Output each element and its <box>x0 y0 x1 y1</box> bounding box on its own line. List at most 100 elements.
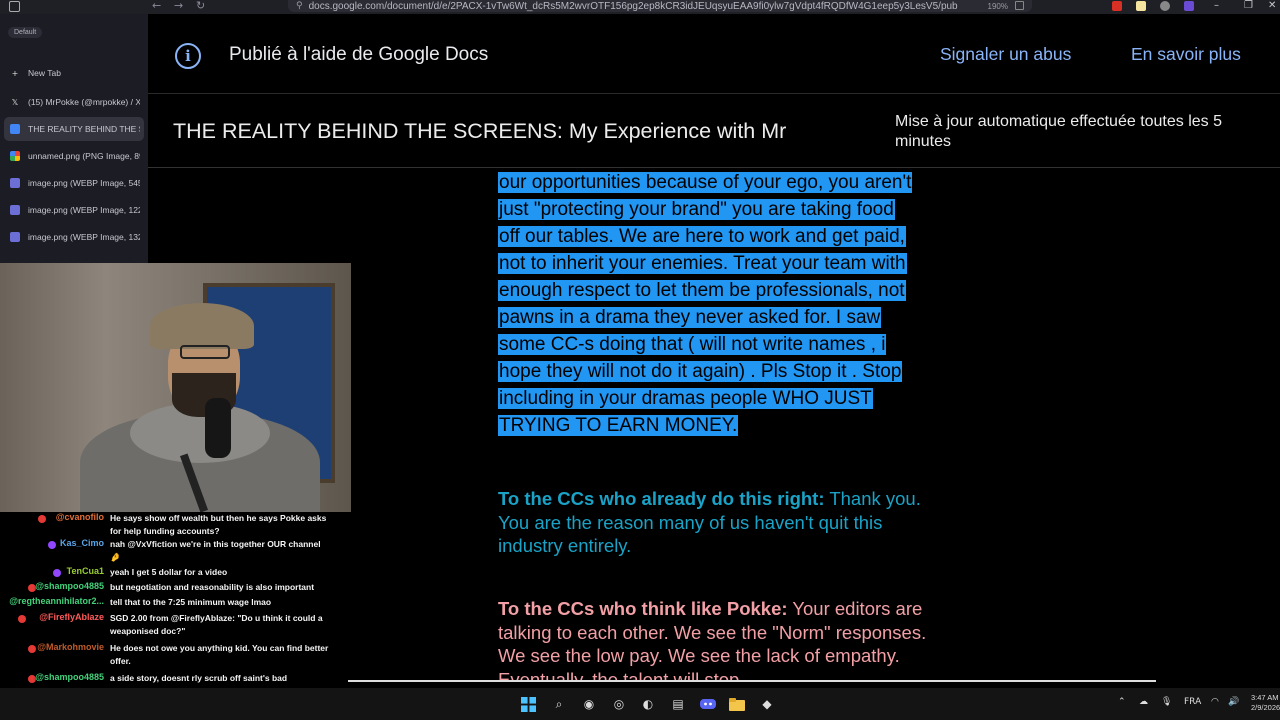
webcam-person-cap <box>150 303 254 349</box>
extension-note-icon[interactable] <box>1136 1 1146 11</box>
chat-text: tell that to the 7:25 minimum wage lmao <box>110 597 272 607</box>
clock-time: 3:47 AM <box>1251 693 1279 702</box>
new-tab-button[interactable]: + New Tab <box>4 61 144 85</box>
chat-overlay: @cvanofilo He says show off wealth but th… <box>0 512 340 712</box>
image-icon <box>10 232 20 242</box>
chat-text: nah @VxVfiction we're in this together O… <box>110 539 321 562</box>
search-icon[interactable]: ⌕ <box>551 696 567 712</box>
highlighted-text: our opportunities because of your ego, y… <box>498 172 913 193</box>
clock-date: 2/9/2026 <box>1251 703 1280 712</box>
webcam-microphone <box>205 398 231 458</box>
selected-line: some CC-s doing that ( will not write na… <box>498 331 946 358</box>
tab-label: image.png (WEBP Image, 1322 <box>28 232 140 242</box>
chat-text: but negotiation and reasonability is als… <box>110 582 315 592</box>
chat-username: TenCua1 <box>66 566 104 576</box>
image-icon <box>10 178 20 188</box>
chrome-icon[interactable]: ◎ <box>611 696 627 712</box>
chat-username: Kas_Cimo <box>59 538 104 548</box>
tab-item[interactable]: image.png (WEBP Image, 1322 <box>4 225 144 249</box>
file-explorer-icon[interactable] <box>729 696 745 712</box>
tab-item[interactable]: image.png (WEBP Image, 545 <box>4 171 144 195</box>
selected-line: pawns in a drama they never asked for. I… <box>498 304 946 331</box>
extension-gray-icon[interactable] <box>1160 1 1170 11</box>
browser-toolbar: ← → ↻ ⚲ docs.google.com/document/d/e/2PA… <box>0 0 1280 14</box>
back-arrow-icon[interactable]: ← <box>152 0 161 12</box>
tray-app-icon[interactable]: ☁ <box>1139 697 1148 707</box>
bookmark-icon[interactable] <box>1015 1 1024 10</box>
tab-label: image.png (WEBP Image, 1220 <box>28 205 140 215</box>
url-text: docs.google.com/document/d/e/2PACX-1vTw6… <box>308 0 958 12</box>
selected-line: our opportunities because of your ego, y… <box>498 169 946 196</box>
info-icon: i <box>175 43 201 69</box>
chat-message: TenCua1 yeah I get 5 dollar for a video <box>0 566 340 581</box>
selected-line: not to inherit your enemies. Treat your … <box>498 250 946 277</box>
close-window-icon[interactable]: ✕ <box>1268 0 1276 12</box>
highlighted-text: pawns in a drama they never asked for. I… <box>498 307 882 328</box>
chat-username: @shampoo4885 <box>35 672 104 682</box>
tab-item[interactable]: 𝕏 (15) MrPokke (@mrpokke) / X <box>4 90 144 114</box>
windows-taskbar: ⌕ ◉ ◎ ◐ ▤ ◆ ⌃ ☁ 🎙 FRA ◠ 🔊 3:47 AM 2/9/20… <box>0 688 1280 720</box>
volume-icon[interactable]: 🔊 <box>1228 697 1239 707</box>
document-title: THE REALITY BEHIND THE SCREENS: My Exper… <box>173 119 787 143</box>
selected-paragraph[interactable]: our opportunities because of your ego, y… <box>498 169 946 439</box>
cc-pokke-paragraph: To the CCs who think like Pokke: Your ed… <box>498 597 946 680</box>
chat-message: @shampoo4885 a side story, doesnt rly scr… <box>0 672 340 696</box>
highlighted-text: some CC-s doing that ( will not write na… <box>498 334 887 355</box>
tab-label: THE REALITY BEHIND THE SCREENS <box>28 124 140 134</box>
x-logo-icon: 𝕏 <box>11 97 19 107</box>
publish-banner: i Publié à l'aide de Google Docs Signale… <box>148 14 1280 94</box>
browser-icon[interactable]: ◐ <box>640 696 656 712</box>
tray-chevron-icon[interactable]: ⌃ <box>1118 697 1126 707</box>
windows-start-icon[interactable] <box>520 696 536 712</box>
sidebar-toggle-icon[interactable] <box>9 1 20 12</box>
extension-red-icon[interactable] <box>1112 1 1122 11</box>
chat-message: @Markohmovie He does not owe you anything… <box>0 642 340 666</box>
discord-icon[interactable] <box>700 696 716 712</box>
screen: ← → ↻ ⚲ docs.google.com/document/d/e/2PA… <box>0 0 1280 720</box>
platform-badge-icon <box>53 569 61 577</box>
microphone-icon[interactable]: 🎙 <box>1161 697 1172 707</box>
highlighted-text: hope they will not do it again) . Pls St… <box>498 361 903 382</box>
auto-update-notice: Mise à jour automatique effectuée toutes… <box>895 113 1223 150</box>
selected-line: including in your dramas people WHO JUST <box>498 385 946 412</box>
app-icon[interactable]: ◆ <box>759 696 775 712</box>
extensions-puzzle-icon[interactable] <box>1184 1 1194 11</box>
cc-right-heading: To the CCs who already do this right: <box>498 488 825 509</box>
minimize-icon[interactable]: – <box>1214 0 1219 12</box>
new-tab-label: New Tab <box>28 68 61 78</box>
document-header: THE REALITY BEHIND THE SCREENS: My Exper… <box>148 95 1280 168</box>
selected-line: off our tables. We are here to work and … <box>498 223 946 250</box>
profile-badge[interactable]: Default <box>8 27 43 38</box>
horizontal-scrollbar[interactable] <box>348 680 1156 682</box>
highlighted-text: enough respect to let them be profession… <box>498 280 906 301</box>
chat-text: He says show off wealth but then he says… <box>110 513 327 536</box>
address-bar[interactable]: ⚲ docs.google.com/document/d/e/2PACX-1vT… <box>288 0 1032 12</box>
system-clock[interactable]: 3:47 AM 2/9/2026 <box>1251 693 1280 713</box>
report-abuse-link[interactable]: Signaler un abus <box>940 44 1071 65</box>
site-info-icon[interactable]: ⚲ <box>296 1 303 11</box>
wifi-icon[interactable]: ◠ <box>1211 697 1219 707</box>
chat-text: yeah I get 5 dollar for a video <box>110 567 228 577</box>
selected-line: hope they will not do it again) . Pls St… <box>498 358 946 385</box>
forward-arrow-icon[interactable]: → <box>174 0 183 12</box>
restore-icon[interactable]: ❐ <box>1244 0 1253 12</box>
docs-icon <box>10 124 20 134</box>
zoom-indicator[interactable]: 190% <box>988 2 1008 11</box>
highlighted-text: off our tables. We are here to work and … <box>498 226 906 247</box>
tab-label: unnamed.png (PNG Image, 894 <box>28 151 140 161</box>
highlighted-text: not to inherit your enemies. Treat your … <box>498 253 907 274</box>
chat-username: @FireflyAblaze <box>39 612 104 622</box>
notepad-icon[interactable]: ▤ <box>670 696 686 712</box>
highlighted-text: just "protecting your brand" you are tak… <box>498 199 895 220</box>
highlighted-text: TRYING TO EARN MONEY. <box>498 415 739 436</box>
chat-text: SGD 2.00 from @FireflyAblaze: "Do u thin… <box>110 613 323 636</box>
cc-right-paragraph: To the CCs who already do this right: Th… <box>498 487 946 558</box>
selected-line: enough respect to let them be profession… <box>498 277 946 304</box>
tab-item[interactable]: image.png (WEBP Image, 1220 <box>4 198 144 222</box>
learn-more-link[interactable]: En savoir plus <box>1131 44 1241 65</box>
language-indicator[interactable]: FRA <box>1184 697 1201 707</box>
tab-item[interactable]: unnamed.png (PNG Image, 894 <box>4 144 144 168</box>
tab-item-active[interactable]: THE REALITY BEHIND THE SCREENS <box>4 117 144 141</box>
reload-icon[interactable]: ↻ <box>196 0 205 12</box>
obs-icon[interactable]: ◉ <box>581 696 597 712</box>
